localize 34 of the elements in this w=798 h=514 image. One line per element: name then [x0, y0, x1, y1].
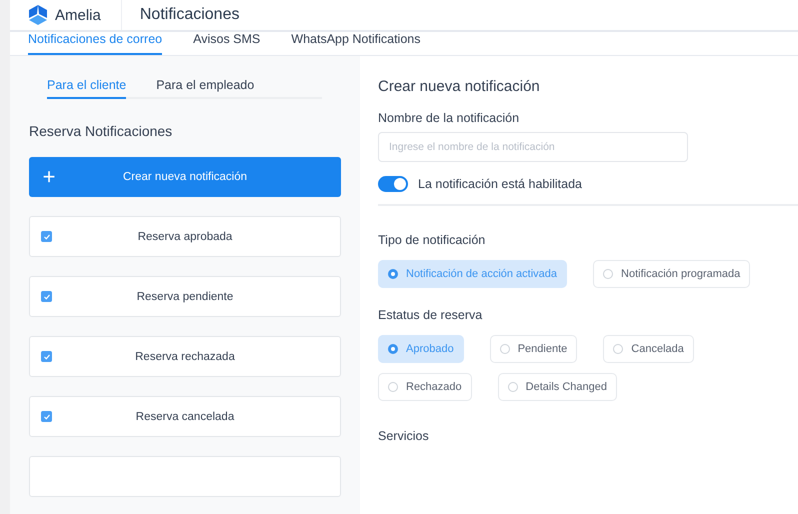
field-label: Servicios — [378, 429, 430, 443]
checkbox[interactable] — [41, 291, 52, 302]
radio-option[interactable]: Cancelada — [603, 335, 694, 363]
brand-name: Amelia — [55, 6, 101, 24]
section-title: Reserva Notificaciones — [29, 123, 174, 139]
notification-card[interactable]: Reserva rechazada — [29, 336, 341, 377]
radio-option[interactable]: Pendiente — [490, 335, 578, 363]
form-title: Crear nueva notificación — [378, 78, 541, 95]
notification-label: Reserva cancelada — [134, 410, 236, 422]
notification-card[interactable]: Reserva aprobada — [29, 216, 341, 257]
cube-logo-icon — [28, 4, 48, 26]
toggle-label: La notificación está habilitada — [418, 177, 582, 191]
tab[interactable]: Avisos SMS — [193, 32, 260, 55]
sub-tab[interactable]: Para el empleado — [156, 78, 254, 99]
field-label: Estatus de reserva — [378, 308, 484, 322]
create-notification-button[interactable]: + Crear nueva notificación — [29, 157, 341, 197]
radio-option[interactable]: Details Changed — [498, 373, 617, 401]
radio-option[interactable]: Rechazado — [378, 373, 472, 401]
checkbox[interactable] — [41, 231, 52, 242]
page-title: Notificaciones — [140, 6, 240, 24]
toggle-switch[interactable] — [378, 176, 408, 192]
notification-label: Reserva pendiente — [136, 290, 234, 302]
notification-card[interactable]: Reserva cancelada — [29, 396, 341, 437]
tab[interactable]: WhatsApp Notifications — [291, 32, 420, 55]
name-input-field[interactable]: Ingrese el nombre de la notificación — [378, 132, 688, 162]
checkbox[interactable] — [41, 351, 52, 362]
checkbox[interactable] — [41, 411, 52, 422]
field-label: Nombre de la notificación — [378, 111, 520, 125]
notification-label: Reserva rechazada — [134, 350, 236, 362]
field-label: Tipo de notificación — [378, 233, 486, 247]
sub-tab[interactable]: Para el cliente — [47, 78, 126, 99]
notification-card[interactable]: Reserva pendiente — [29, 276, 341, 317]
notification-label: Reserva aprobada — [136, 230, 234, 242]
radio-option[interactable]: Notificación programada — [593, 260, 750, 288]
